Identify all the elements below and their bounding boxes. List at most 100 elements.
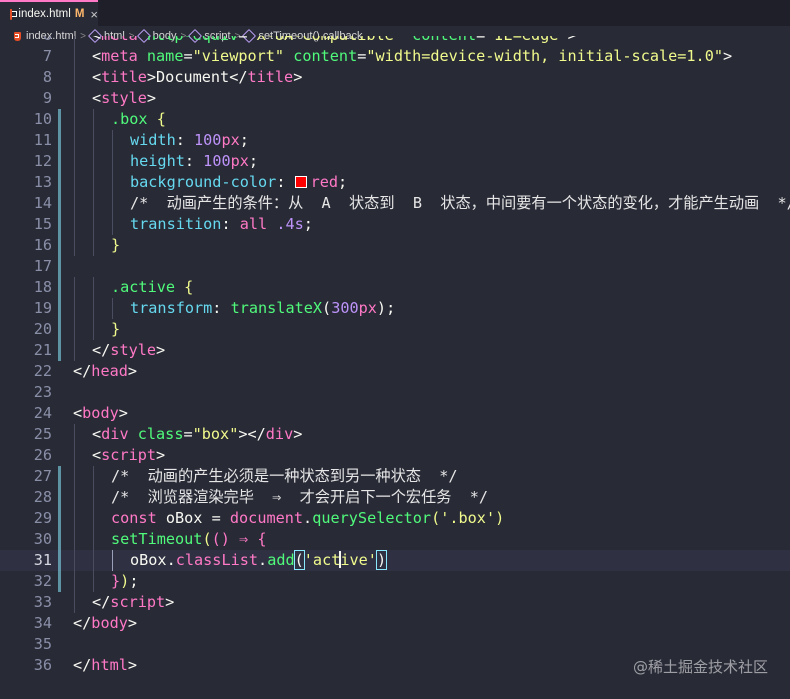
close-tab-icon[interactable]: × <box>90 7 98 22</box>
code-line[interactable]: 15 transition: all .4s; <box>0 214 790 235</box>
indent-guide <box>74 550 75 571</box>
code-line[interactable]: 29 const oBox = document.querySelector('.… <box>0 508 790 529</box>
indent-guide <box>74 571 75 592</box>
code-token: </ <box>229 68 248 86</box>
code-line[interactable]: 19 transform: translateX(300px); <box>0 298 790 319</box>
code-token: Document <box>156 68 230 86</box>
indent-guide <box>74 340 75 361</box>
code-text: </script> <box>92 592 174 613</box>
code-text: <div class="box"></div> <box>92 424 302 445</box>
code-token: > <box>146 89 157 107</box>
code-token: translateX <box>230 299 323 317</box>
code-token: </ <box>73 362 92 380</box>
line-number: 26 <box>33 446 52 464</box>
code-line[interactable]: 33 </script> <box>0 592 790 613</box>
code-line[interactable]: 6 <meta http-equiv = "X-UA-Compatible" cont… <box>0 36 790 46</box>
code-token: > <box>118 404 128 422</box>
code-line[interactable]: 7 <meta name="viewport" content="width=de… <box>0 46 790 67</box>
git-modified-marker <box>58 193 61 214</box>
code-line[interactable]: 10 .box { <box>0 109 790 130</box>
code-line[interactable]: 18 .active { <box>0 277 790 298</box>
code-line[interactable]: 22 </head> <box>0 361 790 382</box>
code-token: </ <box>73 656 92 674</box>
code-token: ; <box>239 131 249 149</box>
color-swatch[interactable] <box>294 176 307 188</box>
code-line[interactable]: 26 <script> <box>0 445 790 466</box>
code-token: meta <box>101 36 138 44</box>
code-line[interactable]: 16} <box>0 235 790 256</box>
code-token: < <box>92 68 102 86</box>
code-line[interactable]: 35 <box>0 634 790 655</box>
code-token: .4s <box>276 215 304 233</box>
code-token: document <box>229 509 304 527</box>
code-line[interactable]: 20} <box>0 319 790 340</box>
line-number: 11 <box>33 131 52 149</box>
code-line[interactable]: 13 background-color: red; <box>0 172 790 193</box>
line-number: 15 <box>33 215 52 233</box>
indent-guide <box>74 445 75 466</box>
code-line[interactable]: 31 oBox.classList.add('active') <box>0 550 790 571</box>
code-token: ( <box>322 299 332 317</box>
code-token: } <box>111 236 121 254</box>
code-token: const <box>111 509 157 527</box>
code-token: > <box>146 68 157 86</box>
code-token: ); <box>376 299 396 317</box>
code-line[interactable]: 28 /* 浏览器渲染完毕 ⇒ 才会开启下一个宏任务 */ <box>0 487 790 508</box>
code-line[interactable]: 24 <body> <box>0 403 790 424</box>
git-modified-marker <box>58 277 61 298</box>
code-line[interactable]: 27 /* 动画的产生必须是一种状态到另一种状态 */ <box>0 466 790 487</box>
code-token: px <box>221 131 240 149</box>
code-line[interactable]: 23 <box>0 382 790 403</box>
code-token: class <box>137 425 184 443</box>
line-number: 34 <box>33 614 52 632</box>
code-line[interactable]: 30 setTimeout(() ⇒ { <box>0 529 790 550</box>
code-editor[interactable]: 6<meta http-equiv="X-UA-Compatible" cont… <box>0 36 790 699</box>
code-line[interactable]: 34 </body> <box>0 613 790 634</box>
line-number: 29 <box>33 509 52 527</box>
code-text: .box { <box>111 109 166 130</box>
code-token: style <box>110 341 157 359</box>
code-text: <script> <box>92 445 165 466</box>
code-token: : <box>221 215 240 233</box>
indent-guide <box>74 46 75 67</box>
code-token: title <box>101 68 147 86</box>
code-token: content <box>293 47 358 65</box>
git-modified-marker <box>58 508 61 529</box>
indent-guide <box>112 298 113 319</box>
code-token: /* 动画的产生必须是一种状态到另一种状态 */ <box>111 467 458 485</box>
git-modified-marker <box>58 172 61 193</box>
code-token: > <box>127 362 138 380</box>
html5-icon <box>10 8 19 20</box>
code-line[interactable]: 25 <div class="box"></div> <box>0 424 790 445</box>
tab-index-html[interactable]: index.html M × <box>0 0 98 26</box>
code-line[interactable]: 14 /* 动画产生的条件：从 A 状态到 B 状态，中间要有一个状态的变化，才能… <box>0 193 790 214</box>
indent-guide <box>74 466 75 487</box>
code-token: "viewport" <box>192 47 285 65</box>
code-line[interactable]: 21 </style> <box>0 340 790 361</box>
indent-guide <box>74 214 75 235</box>
code-line[interactable]: 12 height: 100px; <box>0 151 790 172</box>
indent-guide <box>74 67 75 88</box>
code-token: </ <box>73 614 92 632</box>
code-line[interactable]: 17 <box>0 256 790 277</box>
code-line[interactable]: 8 <title>Document</title> <box>0 67 790 88</box>
indent-guide <box>93 298 94 319</box>
code-text: transition: all .4s; <box>130 214 313 235</box>
code-text: /* 动画的产生必须是一种状态到另一种状态 */ <box>111 466 458 487</box>
code-token: add <box>267 551 295 569</box>
editor-tab-bar: index.html M × <box>0 0 790 27</box>
code-token: /* 浏览器渲染完毕 ⇒ 才会开启下一个宏任务 */ <box>111 488 489 506</box>
git-modified-marker <box>58 235 61 256</box>
code-token: ; <box>338 173 348 191</box>
code-line[interactable]: 32}); <box>0 571 790 592</box>
code-line[interactable]: 9 <style> <box>0 88 790 109</box>
code-token: px <box>358 299 377 317</box>
code-token: .box <box>111 110 148 128</box>
indent-guide <box>93 151 94 172</box>
code-token: > <box>293 68 303 86</box>
code-text: <body> <box>73 403 128 424</box>
code-line[interactable]: 11 width: 100px; <box>0 130 790 151</box>
